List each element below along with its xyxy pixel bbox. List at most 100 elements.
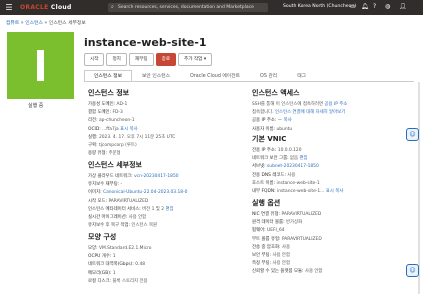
detail-value: UEFI_64 [267, 228, 285, 234]
instance-details-panel: 인스턴스 정보 가용성 도메인: AD-1 결함 도메인: FD-3 리전: ap-… [84, 82, 402, 294]
tab-os-management[interactable]: OS 관리 [250, 70, 287, 81]
detail-label: 측정 부팅: [252, 261, 273, 267]
detail-row: 메모리(GB): 1 [88, 270, 116, 276]
detail-value: 버전 1 및 2 [142, 206, 166, 212]
feedback-widget-icon[interactable]: ☺ [406, 264, 419, 277]
detail-value: instance-web-site-1... [277, 189, 326, 194]
detail-label: 가상 클라우드 네트워크: [88, 174, 135, 179]
global-search-input[interactable]: ⌕ Search resources, services, documentat… [108, 3, 268, 12]
detail-link[interactable]: subnet-20230417-1850 [267, 164, 319, 169]
detail-row: 실시간 마이그레이션: 사용 안함 [88, 214, 146, 220]
detail-row: 유지보수 후 복구 작업: 인스턴스 복원 [88, 222, 157, 228]
detail-row: 부트 볼륨 유형: PARAVIRTUALIZED [252, 236, 322, 242]
detail-row: NIC 연결 유형: PARAVIRTUALIZED [252, 211, 321, 217]
top-navigation-bar: ☰ ORACLE Cloud ⌕ Search resources, servi… [0, 0, 423, 15]
region-selector[interactable]: South Korea North (Chuncheon) [283, 4, 356, 9]
reboot-button[interactable]: 재부팅 [128, 53, 154, 66]
detail-value: 사용 [281, 244, 290, 250]
detail-row: 네트워크 보안 그룹: 없음 편집 [252, 155, 308, 161]
instance-status-tile [7, 32, 74, 99]
oracle-cloud-logo[interactable]: ORACLE Cloud [20, 4, 72, 11]
detail-row: 시작 모드: PARAVIRTUALIZED [88, 198, 148, 204]
search-placeholder: Search resources, services, documentatio… [118, 5, 254, 10]
breadcrumb-compute[interactable]: 컴퓨트 [6, 21, 19, 26]
tab-instance-info[interactable]: 인스턴스 정보 [84, 70, 133, 81]
detail-link[interactable]: 표시 복사 [326, 189, 344, 194]
detail-row: 측정 부팅: 사용 안함 [252, 260, 290, 266]
detail-row: 접속합니다. 인스턴스 연결에 대해 자세히 알아보기 [252, 109, 345, 115]
detail-label: 유지보수 후 복구 작업: [88, 223, 132, 229]
detail-label: 전송 중 암호화: [252, 244, 282, 250]
detail-value: 사용 안함 [128, 215, 147, 220]
detail-value: PARAVIRTUALIZED [108, 198, 149, 204]
user-profile-icon[interactable]: 👤︎ [399, 3, 407, 10]
launch-options-heading: 실행 옵션 [252, 199, 281, 207]
detail-row: 결함 도메인: FD-3 [88, 109, 123, 115]
detail-row: 용량 유형: 주문형 [88, 150, 121, 156]
instance-icon [37, 50, 44, 81]
instance-status-label: 실행 중 [28, 103, 44, 109]
detail-label: 이미지: [88, 190, 103, 196]
detail-label: 서브넷: [252, 164, 267, 170]
detail-row: 유지보수 재부팅: - [88, 181, 122, 187]
detail-row: 보안 부팅: 사용 안함 [252, 252, 290, 258]
detail-label: 리전: [88, 118, 99, 124]
detail-link[interactable]: 표시 복사 [120, 127, 138, 132]
detail-link[interactable]: vcn-20230417-1850 [134, 174, 179, 179]
detail-link[interactable]: 편집 [299, 156, 307, 161]
detail-label: 인스턴스 메타데이터 서비스: [88, 206, 143, 212]
notifications-icon[interactable]: 🔔︎ [361, 3, 369, 10]
detail-value: PARAVIRTUALIZED [281, 236, 322, 242]
terminate-button[interactable]: 종료 [155, 53, 177, 66]
detail-value: ...ffa7ja [102, 126, 121, 132]
detail-row: 인스턴스 메타데이터 서비스: 버전 1 및 2 편집 [88, 206, 174, 212]
start-button[interactable]: 시작 [84, 53, 105, 66]
tab-cloud-agent[interactable]: Oracle Cloud 에이전트 [180, 70, 250, 81]
detail-link[interactable]: Canonical-Ubuntu-22.04-2023.03.18-0 [103, 190, 187, 195]
action-buttons: 시작 정지 재부팅 종료 추가 작업 ▾ [84, 53, 213, 66]
detail-link[interactable]: 인스턴스 연결에 대해 자세히 알아보기 [275, 110, 345, 115]
detail-row: 서브넷: subnet-20230417-1850 [252, 163, 319, 169]
detail-row: OCID: ...ffa7ja 표시 복사 [88, 126, 138, 132]
detail-label: OCPU 개수: [88, 254, 113, 260]
detail-label: 로컬 디스크: [88, 278, 113, 284]
detail-label: 사용자 이름: [252, 126, 277, 132]
detail-row: 전송 중 암호화: 사용 [252, 244, 290, 250]
breadcrumb-instances[interactable]: 인스턴스 [25, 21, 43, 26]
stop-button[interactable]: 정지 [106, 53, 127, 66]
tab-shielded-instance[interactable]: 보안 인스턴스 [132, 70, 180, 81]
tab-tags[interactable]: 태그 [287, 70, 316, 81]
detail-link[interactable]: 편집 [165, 207, 173, 212]
detail-value: 2023. 4. 17. 오후 7시 11분 25초 UTC [98, 134, 176, 140]
detail-value: 사용 안함 [304, 269, 323, 275]
hamburger-menu-icon[interactable]: ☰ [4, 3, 14, 12]
detail-row: 실행: 2023. 4. 17. 오후 7시 11분 25초 UTC [88, 134, 175, 140]
detail-value: 1 [112, 270, 116, 276]
detail-row: 신뢰할 수 있는 플랫폼 모듈: 사용 안함 [252, 268, 322, 274]
more-actions-button[interactable]: 추가 작업 ▾ [178, 53, 213, 66]
detail-label: OCID: [88, 126, 103, 132]
detail-link[interactable]: 복사 [284, 118, 292, 123]
cloud-shell-icon[interactable]: ▭ [350, 3, 356, 10]
detail-label: 보안 부팅: [252, 253, 273, 258]
detail-label: 공용 IP 주소: [252, 118, 278, 124]
detail-value: 사용 [287, 172, 296, 178]
page-scrollbar[interactable] [418, 82, 420, 294]
detail-row: 로컬 디스크: 블록 스토리지 전용 [88, 278, 148, 284]
help-widget-icon[interactable]: ☺ [406, 128, 419, 141]
search-icon: ⌕ [111, 4, 114, 10]
detail-value: SSH를 통해 이 인스턴스에 접속하려면 [252, 102, 325, 107]
detail-value: FD-3 [112, 110, 123, 116]
detail-value: 인스턴스 복원 [131, 223, 158, 229]
instance-details-heading: 인스턴스 세부정보 [88, 161, 142, 169]
detail-link[interactable]: 공용 IP 주소 [324, 102, 347, 107]
detail-label: 네트워크 보안 그룹: [252, 156, 290, 162]
help-icon[interactable]: ? [373, 3, 376, 10]
detail-row: SSH를 통해 이 인스턴스에 접속하려면 공용 IP 주소 [252, 101, 347, 107]
detail-row: 구획: tjcompcorp (루트) [88, 142, 137, 148]
detail-label: 용량 유형: [88, 151, 109, 157]
detail-label: 시작 모드: [88, 198, 109, 204]
detail-label: 네트워크 대역폭(Gbps): [88, 262, 136, 268]
detail-label: 펌웨어: [252, 228, 267, 234]
language-icon[interactable]: ◍ [385, 3, 390, 10]
